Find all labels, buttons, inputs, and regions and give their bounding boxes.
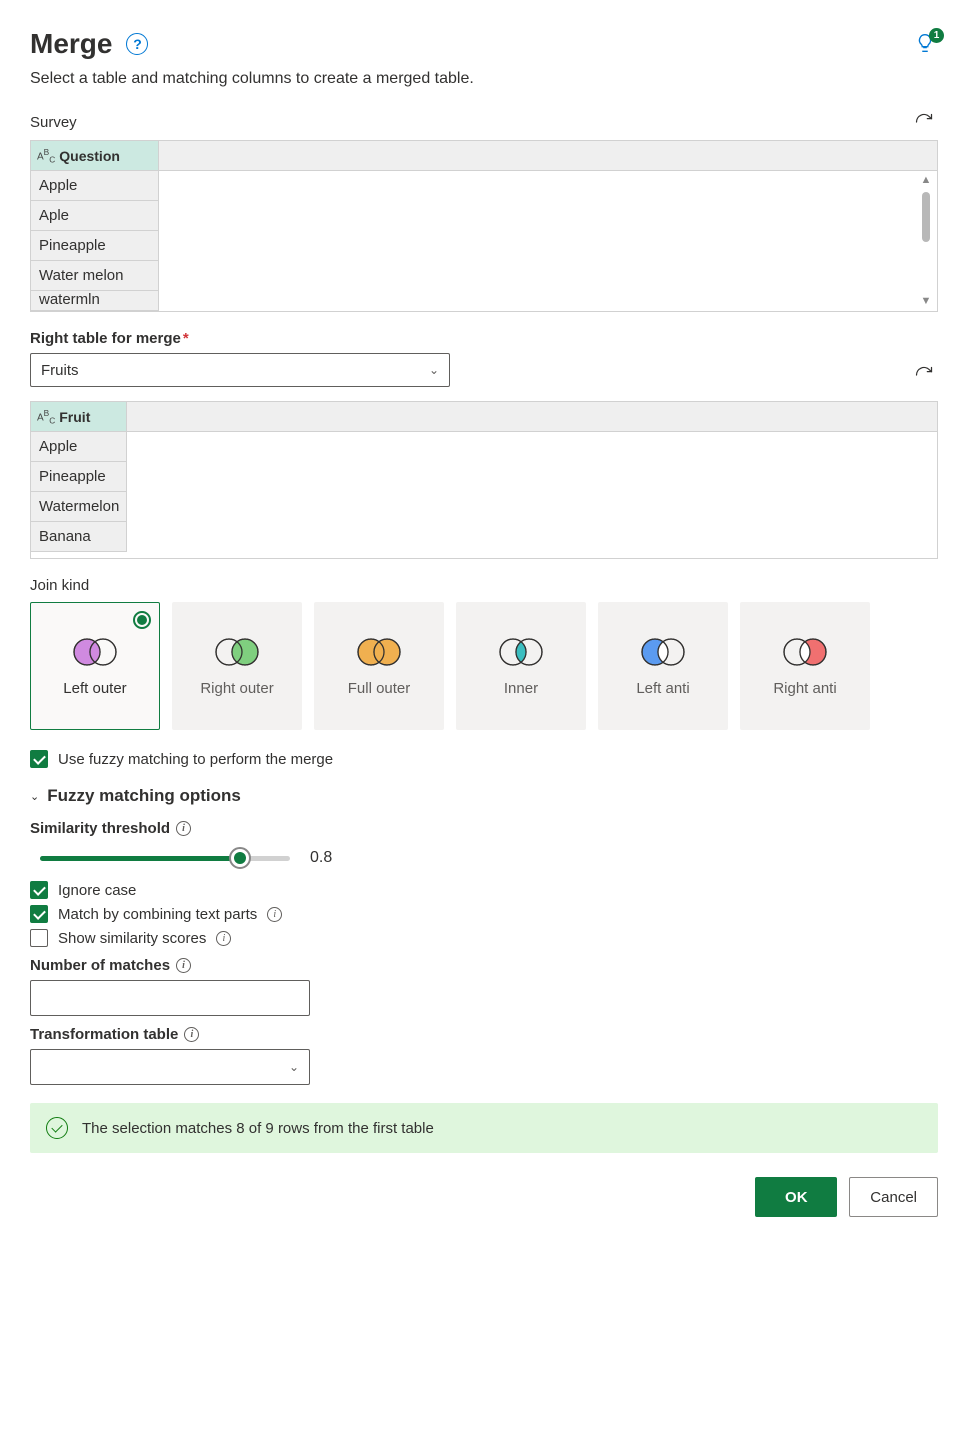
- fuzzy-matching-label: Use fuzzy matching to perform the merge: [58, 751, 333, 768]
- join-kind-label: Join kind: [30, 577, 938, 594]
- info-icon[interactable]: i: [176, 958, 191, 973]
- table-row[interactable]: Apple: [31, 432, 127, 462]
- slider-thumb[interactable]: [229, 847, 251, 869]
- venn-icon: [637, 636, 689, 668]
- join-option-label: Inner: [504, 680, 538, 697]
- threshold-slider[interactable]: [40, 856, 290, 861]
- combine-text-checkbox[interactable]: [30, 905, 48, 923]
- right-table-preview[interactable]: ABC Fruit ApplePineappleWatermelonBanana: [30, 401, 938, 559]
- table-row[interactable]: Aple: [31, 201, 159, 231]
- num-matches-input[interactable]: [30, 980, 310, 1016]
- join-option-left-outer[interactable]: Left outer: [30, 602, 160, 730]
- join-option-left-anti[interactable]: Left anti: [598, 602, 728, 730]
- text-type-icon: ABC: [37, 148, 55, 163]
- join-option-label: Right outer: [200, 680, 273, 697]
- success-icon: [46, 1117, 68, 1139]
- threshold-label: Similarity threshold: [30, 820, 170, 837]
- venn-icon: [779, 636, 831, 668]
- scroll-up-icon[interactable]: ▲: [921, 175, 932, 186]
- left-column-header[interactable]: ABC Question: [31, 141, 159, 170]
- venn-icon: [495, 636, 547, 668]
- match-status-bar: The selection matches 8 of 9 rows from t…: [30, 1103, 938, 1153]
- table-row[interactable]: Water melon: [31, 261, 159, 291]
- join-option-full-outer[interactable]: Full outer: [314, 602, 444, 730]
- chevron-down-icon: ⌄: [429, 363, 439, 377]
- text-type-icon: ABC: [37, 409, 55, 424]
- join-option-label: Full outer: [348, 680, 411, 697]
- threshold-value: 0.8: [310, 849, 332, 867]
- info-icon[interactable]: i: [184, 1027, 199, 1042]
- ignore-case-label: Ignore case: [58, 882, 136, 899]
- help-icon[interactable]: ?: [126, 33, 148, 55]
- page-subtitle: Select a table and matching columns to c…: [30, 70, 938, 88]
- left-scrollbar[interactable]: ▲ ▼: [915, 171, 937, 311]
- show-scores-checkbox[interactable]: [30, 929, 48, 947]
- join-kind-group: Left outer Right outer Full outer Inner Left…: [30, 602, 938, 730]
- ok-button[interactable]: OK: [755, 1177, 837, 1217]
- info-icon[interactable]: i: [176, 821, 191, 836]
- left-table-label: Survey: [30, 114, 77, 131]
- join-option-right-outer[interactable]: Right outer: [172, 602, 302, 730]
- join-option-label: Right anti: [773, 680, 836, 697]
- right-table-field-label: Right table for merge*: [30, 330, 189, 347]
- join-option-inner[interactable]: Inner: [456, 602, 586, 730]
- table-row[interactable]: Pineapple: [31, 462, 127, 492]
- transform-table-select[interactable]: ⌄: [30, 1049, 310, 1085]
- ignore-case-checkbox[interactable]: [30, 881, 48, 899]
- venn-icon: [211, 636, 263, 668]
- refresh-icon: [914, 112, 934, 132]
- right-table-select[interactable]: Fruits ⌄: [30, 353, 450, 387]
- scroll-down-icon[interactable]: ▼: [921, 296, 932, 307]
- left-table-preview[interactable]: ABC Question AppleAplePineappleWater mel…: [30, 140, 938, 312]
- coachmark-badge: 1: [929, 28, 944, 43]
- transform-table-label: Transformation table: [30, 1026, 178, 1043]
- fuzzy-options-toggle[interactable]: ⌄ Fuzzy matching options: [30, 786, 938, 806]
- coachmark-button[interactable]: 1: [914, 32, 938, 57]
- scroll-thumb[interactable]: [922, 192, 930, 242]
- table-row[interactable]: Pineapple: [31, 231, 159, 261]
- venn-icon: [69, 636, 121, 668]
- fuzzy-matching-checkbox[interactable]: [30, 750, 48, 768]
- table-row[interactable]: Banana: [31, 522, 127, 552]
- chevron-down-icon: ⌄: [289, 1060, 299, 1074]
- table-row[interactable]: Watermelon: [31, 492, 127, 522]
- radio-selected-icon: [133, 611, 151, 629]
- show-scores-label: Show similarity scores: [58, 930, 206, 947]
- cancel-button[interactable]: Cancel: [849, 1177, 938, 1217]
- table-row[interactable]: Apple: [31, 171, 159, 201]
- refresh-icon: [914, 365, 934, 385]
- num-matches-label: Number of matches: [30, 957, 170, 974]
- join-option-label: Left anti: [636, 680, 689, 697]
- join-option-label: Left outer: [63, 680, 126, 697]
- join-option-right-anti[interactable]: Right anti: [740, 602, 870, 730]
- combine-text-label: Match by combining text parts: [58, 906, 257, 923]
- refresh-right-button[interactable]: [910, 361, 938, 389]
- info-icon[interactable]: i: [216, 931, 231, 946]
- right-column-header[interactable]: ABC Fruit: [31, 402, 127, 431]
- table-row[interactable]: watermln: [31, 291, 159, 311]
- venn-icon: [353, 636, 405, 668]
- chevron-down-icon: ⌄: [30, 790, 39, 803]
- info-icon[interactable]: i: [267, 907, 282, 922]
- page-title: Merge: [30, 28, 112, 60]
- refresh-left-button[interactable]: [910, 108, 938, 136]
